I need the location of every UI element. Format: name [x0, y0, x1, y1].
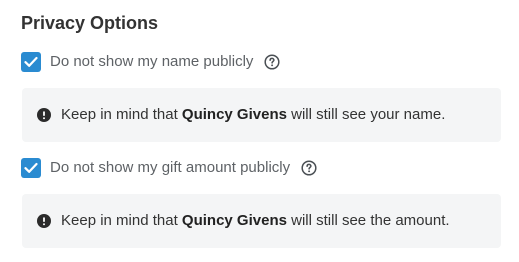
checkmark-icon: [24, 56, 38, 67]
hide-name-notice: Keep in mind that Quincy Givens will sti…: [22, 88, 501, 142]
hide-name-notice-text: Keep in mind that Quincy Givens will sti…: [61, 105, 445, 125]
exclamation-circle-icon: [37, 214, 51, 228]
question-circle-icon[interactable]: [301, 160, 317, 176]
privacy-options-title: Privacy Options: [21, 13, 159, 33]
exclamation-circle-icon: [37, 108, 51, 122]
checkmark-icon: [24, 162, 38, 173]
question-circle-icon[interactable]: [264, 54, 280, 70]
notice-suffix: will still see your name.: [286, 106, 446, 123]
hide-name-option: Do not show my name publicly: [21, 51, 280, 73]
hide-name-label[interactable]: Do not show my name publicly: [50, 51, 253, 73]
hide-amount-notice: Keep in mind that Quincy Givens will sti…: [22, 194, 501, 248]
notice-prefix: Keep in mind that: [61, 106, 182, 123]
recipient-name: Quincy Givens: [181, 106, 287, 123]
recipient-name: Quincy Givens: [181, 212, 287, 229]
hide-amount-notice-text: Keep in mind that Quincy Givens will sti…: [61, 211, 450, 231]
notice-suffix: will still see the amount.: [286, 212, 450, 229]
hide-name-checkbox[interactable]: [21, 52, 41, 72]
notice-prefix: Keep in mind that: [61, 212, 182, 229]
hide-amount-checkbox[interactable]: [21, 158, 41, 178]
hide-amount-option: Do not show my gift amount publicly: [21, 157, 317, 179]
hide-amount-label[interactable]: Do not show my gift amount publicly: [50, 157, 290, 179]
